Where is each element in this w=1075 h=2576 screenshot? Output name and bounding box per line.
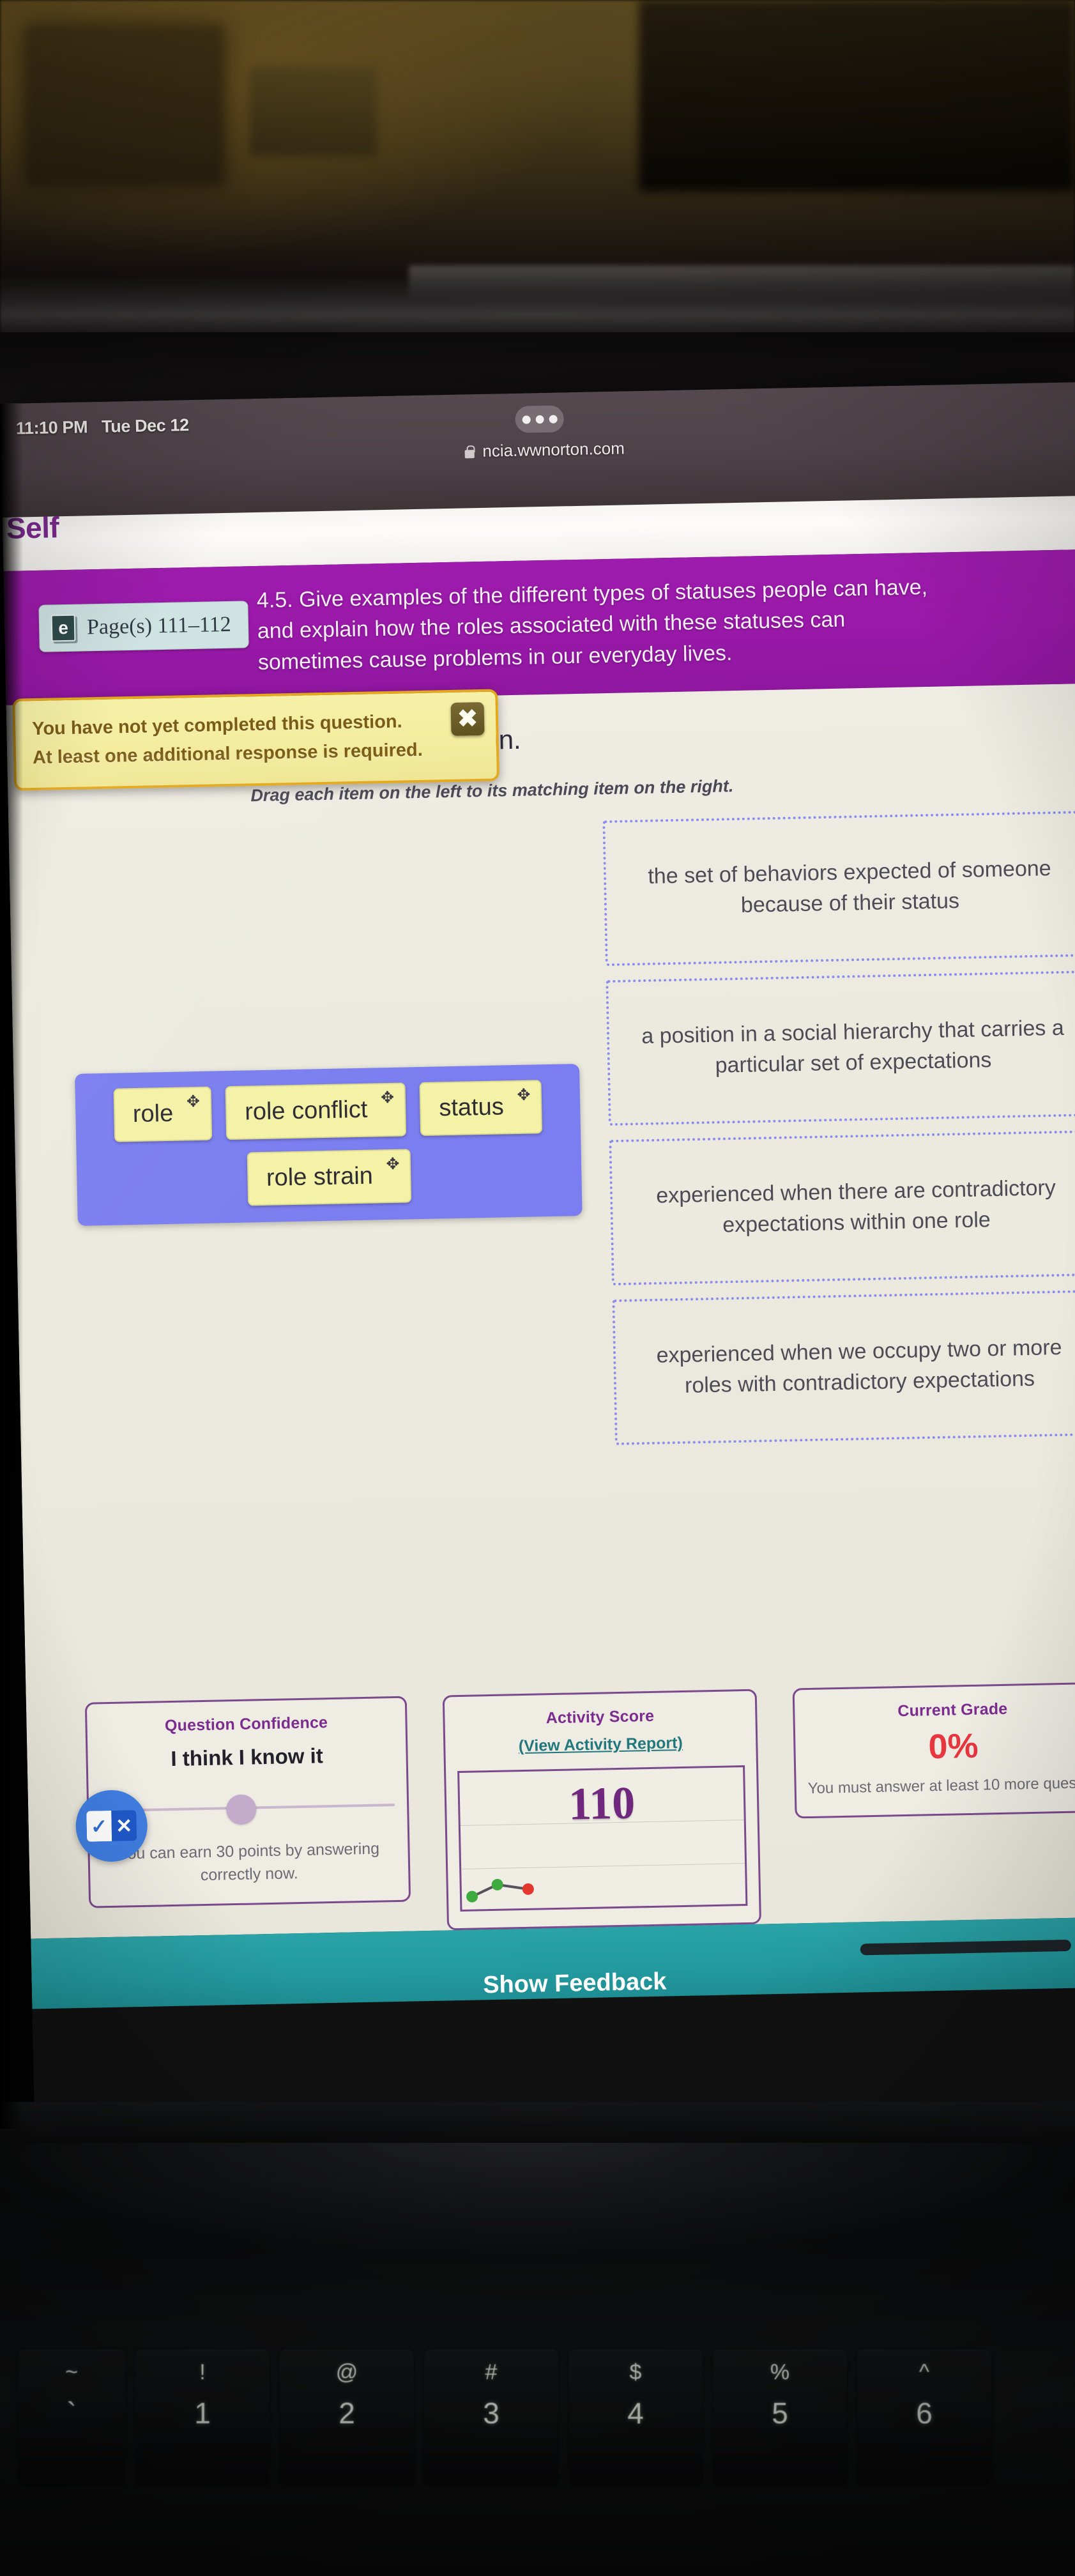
dot <box>522 415 531 424</box>
confidence-note: You can earn 30 points by answering corr… <box>118 1839 380 1885</box>
key-base-label: ` <box>66 2396 77 2430</box>
laptop-screen: 11:10 PM Tue Dec 12 ncia.wwnorton.com Se… <box>0 381 1075 2129</box>
drop-zone-3[interactable]: experienced when there are contradictory… <box>609 1130 1075 1286</box>
question-banner: e Page(s) 111–112 4.5. Give examples of … <box>3 549 1075 791</box>
key-base-label: 3 <box>483 2396 499 2430</box>
url-text: ncia.wwnorton.com <box>482 438 625 461</box>
matching-exercise: role ✥ role conflict ✥ status ✥ role str… <box>8 810 1075 1689</box>
panel-title: Current Grade <box>897 1699 1008 1721</box>
grade-note: You must answer at least 10 more questio… <box>807 1771 1075 1797</box>
key-base-label: 5 <box>772 2396 788 2430</box>
laptop-photo: 11:10 PM Tue Dec 12 ncia.wwnorton.com Se… <box>0 0 1075 2576</box>
panel-title: Activity Score <box>545 1706 655 1728</box>
stats-panels: Question Confidence I think I know it Yo… <box>26 1666 1075 1938</box>
drop-zone-1[interactable]: the set of behaviors expected of someone… <box>602 810 1075 967</box>
laptop-deck: ~ ` ! 1 @ 2 # 3 $ 4 % 5 ^ 6 <box>0 2102 1075 2576</box>
key-5[interactable]: % 5 <box>713 2350 847 2484</box>
move-handle-icon: ✥ <box>380 1088 395 1107</box>
activity-score-chart: 110 <box>457 1765 748 1912</box>
page-reference-label: Page(s) 111–112 <box>86 612 232 640</box>
move-handle-icon: ✥ <box>186 1092 201 1111</box>
status-bar: 11:10 PM Tue Dec 12 <box>15 415 189 438</box>
term-label: role conflict <box>244 1096 368 1126</box>
keyboard-number-row: ~ ` ! 1 @ 2 # 3 $ 4 % 5 ^ 6 <box>0 2350 1075 2484</box>
key-shift-label: % <box>770 2360 790 2384</box>
close-icon: ✕ <box>111 1810 137 1841</box>
page-reference-badge[interactable]: e Page(s) 111–112 <box>38 601 249 652</box>
incomplete-question-toast: ✖ You have not yet completed this questi… <box>12 689 500 791</box>
draggable-term-role-strain[interactable]: role strain ✥ <box>247 1149 412 1206</box>
term-label: role <box>132 1100 174 1128</box>
sparkline-svg <box>466 1878 534 1903</box>
key-base-label: 4 <box>627 2396 644 2430</box>
key-shift-label: # <box>485 2360 498 2384</box>
view-activity-report-link[interactable]: (View Activity Report) <box>519 1734 683 1756</box>
key-backtick[interactable]: ~ ` <box>18 2350 125 2484</box>
definition-drop-zones: the set of behaviors expected of someone… <box>602 810 1075 1446</box>
badge-inner: ✓ ✕ <box>86 1810 137 1842</box>
key-6[interactable]: ^ 6 <box>857 2350 991 2484</box>
move-handle-icon: ✥ <box>386 1154 400 1174</box>
drop-zone-4[interactable]: experienced when we occupy two or more r… <box>612 1289 1075 1446</box>
key-base-label: 6 <box>916 2396 933 2430</box>
status-time: 11:10 PM <box>15 417 88 438</box>
dot <box>549 415 558 424</box>
background-object <box>639 0 1075 192</box>
key-base-label: 2 <box>339 2396 355 2430</box>
draggable-term-role-conflict[interactable]: role conflict ✥ <box>225 1082 407 1140</box>
three-dots-icon[interactable] <box>515 405 565 433</box>
key-1[interactable]: ! 1 <box>135 2350 270 2484</box>
grade-value: 0% <box>927 1726 979 1767</box>
check-icon: ✓ <box>86 1810 112 1842</box>
slider-thumb[interactable] <box>225 1794 257 1825</box>
status-date: Tue Dec 12 <box>101 415 189 436</box>
browser-chrome: 11:10 PM Tue Dec 12 ncia.wwnorton.com <box>0 381 1075 518</box>
scrollbar[interactable] <box>860 1939 1071 1956</box>
section-heading: Self <box>6 510 59 545</box>
key-shift-label: ^ <box>919 2360 929 2384</box>
term-label: role strain <box>266 1162 374 1192</box>
drop-zone-2[interactable]: a position in a social hierarchy that ca… <box>606 970 1075 1126</box>
key-shift-label: ! <box>199 2360 206 2384</box>
draggable-terms-tray: role ✥ role conflict ✥ status ✥ role str… <box>75 1064 583 1226</box>
key-2[interactable]: @ 2 <box>280 2350 414 2484</box>
question-text: 4.5. Give examples of the different type… <box>256 572 929 678</box>
current-grade-panel: Current Grade 0% You must answer at leas… <box>792 1682 1075 1819</box>
draggable-term-status[interactable]: status ✥ <box>419 1080 543 1137</box>
key-base-label: 1 <box>194 2396 211 2430</box>
question-content: Match each term to the correct definitio… <box>6 683 1075 1939</box>
background-object <box>249 67 377 157</box>
panel-title: Question Confidence <box>164 1713 328 1735</box>
draggable-term-role[interactable]: role ✥ <box>113 1086 213 1142</box>
activity-score-panel: Activity Score (View Activity Report) 11… <box>442 1689 761 1931</box>
close-icon[interactable]: ✖ <box>450 702 485 736</box>
key-shift-label: $ <box>629 2360 642 2384</box>
dot <box>535 415 544 424</box>
background-object <box>26 26 224 185</box>
term-label: status <box>438 1093 505 1122</box>
show-feedback-label: Show Feedback <box>482 1968 667 1999</box>
laptop-hinge <box>0 2102 1075 2143</box>
lock-icon <box>463 445 475 459</box>
move-handle-icon: ✥ <box>517 1085 531 1104</box>
key-shift-label: ~ <box>65 2360 78 2384</box>
key-shift-label: @ <box>335 2360 358 2384</box>
key-3[interactable]: # 3 <box>424 2350 558 2484</box>
ebook-icon: e <box>50 614 76 642</box>
confidence-value: I think I know it <box>171 1744 324 1771</box>
key-4[interactable]: $ 4 <box>568 2350 703 2484</box>
